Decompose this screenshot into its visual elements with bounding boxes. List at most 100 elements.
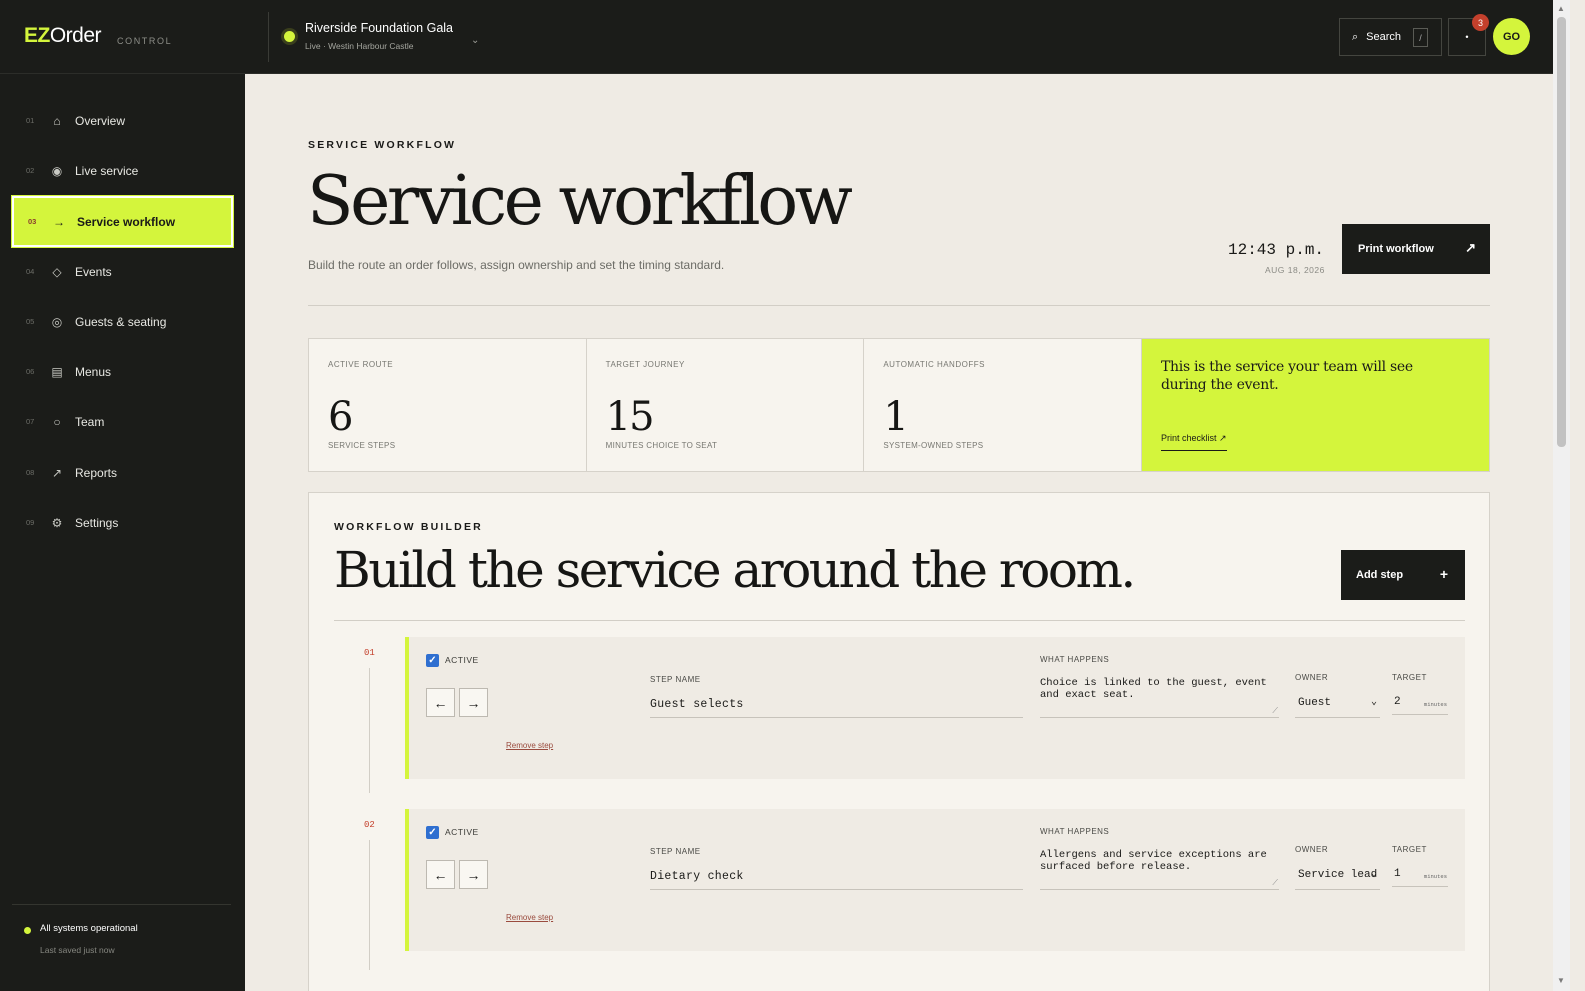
sidebar-item-events[interactable]: 04 ◇ Events bbox=[12, 246, 233, 297]
gear-icon: ⚙ bbox=[51, 515, 63, 530]
nav-number: 05 bbox=[26, 317, 35, 326]
target-minutes-input[interactable]: 1 minutes bbox=[1392, 861, 1448, 887]
stat-label: TARGET JOURNEY bbox=[605, 360, 685, 369]
plus-icon: + bbox=[1439, 566, 1448, 582]
step-name-input[interactable]: Dietary check bbox=[650, 864, 1023, 890]
step-name-label: STEP NAME bbox=[650, 675, 701, 684]
move-right-button[interactable]: → bbox=[459, 860, 488, 889]
chevron-down-icon: ⌄ bbox=[1370, 697, 1377, 708]
system-status: All systems operational bbox=[40, 923, 138, 934]
search-button[interactable]: ⌕ Search / bbox=[1339, 18, 1442, 56]
move-left-button[interactable]: ← bbox=[426, 688, 455, 717]
stats-row: ACTIVE ROUTE 6 SERVICE STEPS TARGET JOUR… bbox=[308, 338, 1490, 472]
event-subtitle: Live · Westin Harbour Castle bbox=[305, 41, 414, 51]
target-value: 1 bbox=[1394, 867, 1401, 880]
sidebar-item-live-service[interactable]: 02 ◉ Live service bbox=[12, 145, 233, 196]
print-checklist-link[interactable]: Print checklist ↗ bbox=[1161, 433, 1227, 451]
remove-step-link[interactable]: Remove step bbox=[506, 741, 553, 750]
active-checkbox[interactable]: ✓ bbox=[426, 654, 439, 667]
nav-number: 09 bbox=[26, 518, 35, 527]
sidebar-item-label: Live service bbox=[75, 163, 139, 178]
step-number: 02 bbox=[364, 820, 375, 830]
nav-number: 08 bbox=[26, 468, 35, 477]
page-scrollbar[interactable]: ▲ ▼ bbox=[1553, 0, 1570, 991]
what-happens-label: WHAT HAPPENS bbox=[1040, 655, 1110, 664]
current-time: 12:43 p.m. bbox=[1228, 241, 1325, 259]
search-label: Search bbox=[1366, 31, 1402, 43]
logo-order: Order bbox=[49, 24, 102, 47]
active-label: ACTIVE bbox=[445, 655, 479, 665]
sidebar-item-label: Menus bbox=[75, 364, 112, 379]
print-workflow-label: Print workflow bbox=[1358, 243, 1434, 255]
sidebar-item-overview[interactable]: 01 ⌂ Overview bbox=[12, 95, 233, 146]
owner-value: Guest bbox=[1298, 697, 1332, 709]
sidebar-item-label: Overview bbox=[75, 113, 126, 128]
nav-number: 02 bbox=[26, 166, 35, 175]
remove-step-link[interactable]: Remove step bbox=[506, 913, 553, 922]
sidebar-item-service-workflow[interactable]: 03 → Service workflow bbox=[11, 195, 234, 248]
sidebar-item-reports[interactable]: 08 ↗ Reports bbox=[12, 447, 233, 498]
resize-grip-icon[interactable]: ⟋ bbox=[1272, 707, 1278, 716]
stat-sub: MINUTES CHOICE TO SEAT bbox=[605, 441, 718, 450]
status-dot bbox=[24, 927, 31, 934]
move-right-button[interactable]: → bbox=[459, 688, 488, 717]
page-eyebrow: SERVICE WORKFLOW bbox=[308, 139, 457, 151]
minutes-unit: minutes bbox=[1423, 701, 1447, 708]
callout-card: This is the service your team will see d… bbox=[1142, 339, 1489, 471]
diamond-icon: ◇ bbox=[52, 264, 62, 279]
what-happens-label: WHAT HAPPENS bbox=[1040, 827, 1110, 836]
workflow-builder: WORKFLOW BUILDER Build the service aroun… bbox=[308, 492, 1490, 991]
arrow-up-right-icon: ↗ bbox=[1465, 240, 1476, 255]
target-minutes-input[interactable]: 2 minutes bbox=[1392, 689, 1448, 715]
nav-number: 01 bbox=[26, 116, 35, 125]
builder-title: Build the service around the room. bbox=[334, 541, 1136, 599]
add-step-button[interactable]: Add step + bbox=[1341, 550, 1465, 600]
search-shortcut: / bbox=[1413, 28, 1428, 47]
sidebar-item-settings[interactable]: 09 ⚙ Settings bbox=[12, 497, 233, 548]
logo-ez: EZ bbox=[24, 24, 50, 47]
callout-text: This is the service your team will see d… bbox=[1161, 359, 1413, 394]
what-happens-text: Allergens and service exceptions are sur… bbox=[1040, 849, 1267, 874]
target-label: TARGET bbox=[1392, 845, 1427, 854]
live-icon: ◉ bbox=[51, 163, 63, 178]
bell-icon: • bbox=[1465, 32, 1469, 42]
stat-value: 15 bbox=[605, 394, 655, 440]
what-happens-textarea[interactable]: Allergens and service exceptions are sur… bbox=[1040, 846, 1279, 890]
stat-target-journey: TARGET JOURNEY 15 MINUTES CHOICE TO SEAT bbox=[586, 339, 865, 471]
active-checkbox[interactable]: ✓ bbox=[426, 826, 439, 839]
owner-select[interactable]: Guest ⌄ bbox=[1295, 689, 1380, 718]
sidebar-item-menus[interactable]: 06 ▤ Menus bbox=[12, 346, 233, 397]
sidebar-item-label: Events bbox=[75, 264, 112, 279]
home-icon: ⌂ bbox=[53, 113, 61, 128]
stat-label: ACTIVE ROUTE bbox=[328, 360, 394, 369]
sidebar-item-guests-seating[interactable]: 05 ◎ Guests & seating bbox=[12, 296, 233, 347]
top-bar: EZOrder CONTROL Riverside Foundation Gal… bbox=[0, 0, 1570, 74]
event-name[interactable]: Riverside Foundation Gala bbox=[305, 21, 453, 35]
header-divider bbox=[308, 305, 1490, 306]
page-subtitle: Build the route an order follows, assign… bbox=[308, 258, 725, 272]
nav-number: 07 bbox=[26, 417, 35, 426]
avatar[interactable]: GO bbox=[1493, 18, 1530, 55]
resize-grip-icon[interactable]: ⟋ bbox=[1272, 879, 1278, 888]
builder-divider bbox=[334, 620, 1465, 621]
chevron-down-icon[interactable]: ⌄ bbox=[471, 35, 479, 46]
stat-automatic-handoffs: AUTOMATIC HANDOFFS 1 SYSTEM-OWNED STEPS bbox=[864, 339, 1143, 471]
sidebar-item-label: Team bbox=[75, 414, 105, 429]
owner-select[interactable]: Service lead ⌄ bbox=[1295, 861, 1380, 890]
step-number: 01 bbox=[364, 648, 375, 658]
scroll-down-icon[interactable]: ▼ bbox=[1557, 976, 1565, 985]
last-saved: Last saved just now bbox=[40, 945, 115, 955]
sidebar-divider bbox=[12, 904, 231, 905]
app-logo[interactable]: EZOrder bbox=[24, 24, 102, 48]
move-left-button[interactable]: ← bbox=[426, 860, 455, 889]
sidebar-item-team[interactable]: 07 ○ Team bbox=[12, 396, 233, 447]
nav-number: 04 bbox=[26, 267, 35, 276]
what-happens-text: Choice is linked to the guest, event and… bbox=[1040, 677, 1267, 702]
what-happens-textarea[interactable]: Choice is linked to the guest, event and… bbox=[1040, 674, 1279, 718]
chevron-down-icon: ⌄ bbox=[1370, 869, 1377, 880]
sidebar-item-label: Service workflow bbox=[77, 214, 176, 229]
scroll-thumb[interactable] bbox=[1557, 17, 1566, 447]
print-workflow-button[interactable]: Print workflow ↗ bbox=[1342, 224, 1490, 274]
step-name-input[interactable]: Guest selects bbox=[650, 692, 1023, 718]
scroll-up-icon[interactable]: ▲ bbox=[1557, 4, 1565, 13]
